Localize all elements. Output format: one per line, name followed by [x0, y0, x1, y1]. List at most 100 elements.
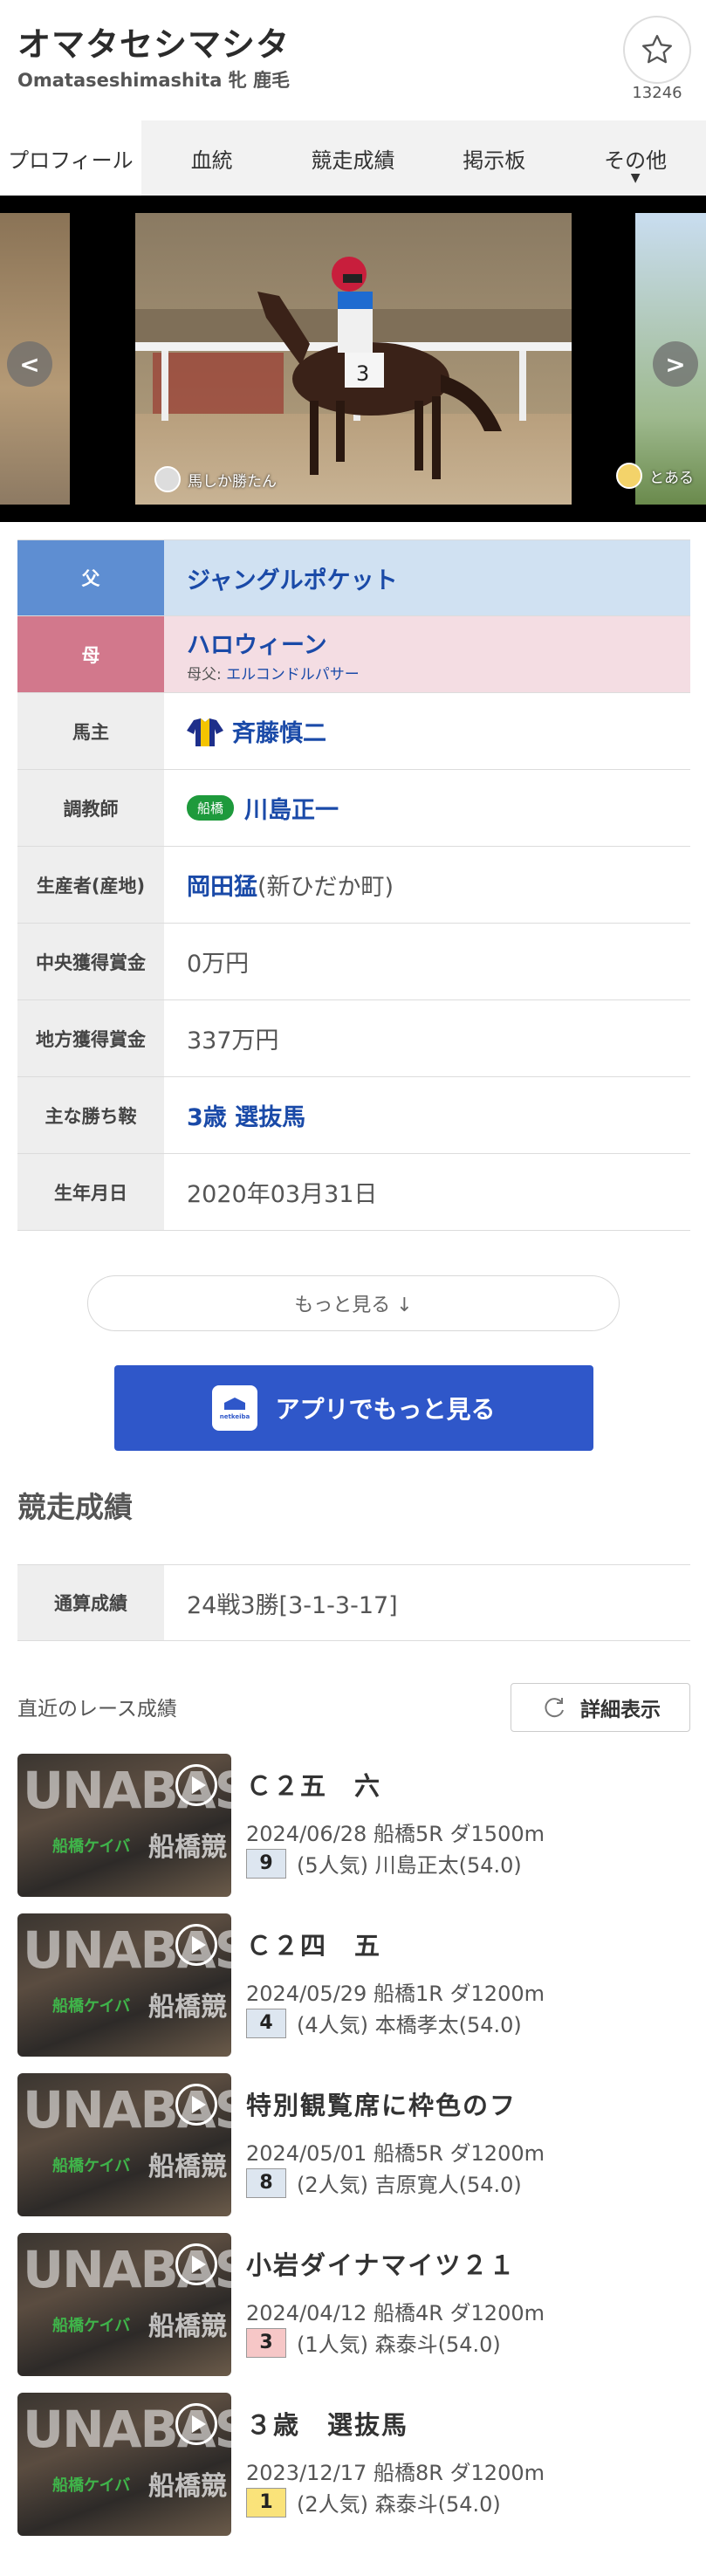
app-icon-text: netkeiba — [220, 1413, 250, 1420]
race-result-detail: (4人気) 本橋孝太(54.0) — [297, 2013, 522, 2037]
photo-carousel[interactable]: 3 馬しか勝たん — [0, 196, 706, 522]
main-wins-label: 主な勝ち鞍 — [17, 1077, 164, 1153]
race-result: 4 (4人気) 本橋孝太(54.0) — [246, 2008, 522, 2038]
central-prize-label: 中央獲得賞金 — [17, 924, 164, 999]
profile-row-local-prize: 地方獲得賞金 337万円 — [17, 1000, 690, 1077]
star-icon — [642, 35, 672, 64]
local-prize-value: 337万円 — [187, 1027, 279, 1054]
owner-link[interactable]: 斉藤慎二 — [232, 714, 326, 748]
finish-position-badge: 4 — [246, 2008, 286, 2038]
thumbnail-logo: 船橋ケイバ — [52, 2476, 131, 2495]
recent-races-label: 直近のレース成績 — [17, 1698, 177, 1721]
favorite-count: 13246 — [632, 84, 682, 102]
photo-credit-next-name: とある — [649, 469, 694, 487]
profile-row-trainer: 調教師 船橋 川島正一 — [17, 770, 690, 847]
photo-credit[interactable]: 馬しか勝たん — [154, 466, 277, 492]
horse-subtitle: Omataseshimashita 牝 鹿毛 — [17, 70, 291, 91]
profile-tabs: プロフィール 血統 競走成績 掲示板 その他 ▼ — [0, 120, 706, 196]
photo-credit-next[interactable]: とある — [616, 463, 694, 489]
profile-table: 父 ジャングルポケット 母 ハロウィーン 母父: エルコンドルパサー 馬主 斉藤… — [17, 539, 690, 1231]
race-result-detail: (1人気) 森泰斗(54.0) — [297, 2332, 501, 2357]
breeder-label: 生産者(産地) — [17, 847, 164, 923]
tab-bbs[interactable]: 掲示板 — [423, 120, 565, 196]
favorite-button[interactable] — [623, 16, 691, 84]
race-video-thumbnail[interactable]: UNABAS 船橋ケイバ 船橋競 — [17, 2073, 231, 2216]
birthdate-label: 生年月日 — [17, 1154, 164, 1230]
race-item[interactable]: UNABAS 船橋ケイバ 船橋競 Ｃ２五 六 2024/06/28 船橋5R ダ… — [17, 1754, 690, 1899]
trainer-link[interactable]: 川島正一 — [244, 791, 339, 825]
race-video-thumbnail[interactable]: UNABAS 船橋ケイバ 船橋競 — [17, 2233, 231, 2376]
race-result: 8 (2人気) 吉原寛人(54.0) — [246, 2167, 522, 2198]
open-app-button[interactable]: netkeiba アプリでもっと見る — [114, 1365, 593, 1451]
profile-row-central-prize: 中央獲得賞金 0万円 — [17, 924, 690, 1000]
thumbnail-logo: 船橋ケイバ — [52, 2157, 131, 2175]
finish-position-badge: 8 — [246, 2167, 286, 2198]
race-name[interactable]: ３歳 選抜馬 — [246, 2405, 408, 2442]
tab-profile[interactable]: プロフィール — [0, 120, 141, 196]
show-more-button[interactable]: もっと見る ↓ — [87, 1275, 620, 1331]
profile-row-owner: 馬主 斉藤慎二 — [17, 693, 690, 770]
race-result: 1 (2人気) 森泰斗(54.0) — [246, 2487, 501, 2518]
race-info: 2024/05/01 船橋5R ダ1200m — [246, 2141, 545, 2166]
mother-sire-link[interactable]: エルコンドルパサー — [226, 666, 360, 683]
race-info: 2024/04/12 船橋4R ダ1200m — [246, 2301, 545, 2325]
race-video-thumbnail[interactable]: UNABAS 船橋ケイバ 船橋競 — [17, 1754, 231, 1897]
race-result: 9 (5人気) 川島正太(54.0) — [246, 1848, 522, 1879]
tab-race-results[interactable]: 競走成績 — [283, 120, 424, 196]
race-info: 2024/05/29 船橋1R ダ1200m — [246, 1982, 545, 2006]
detail-view-button[interactable]: 詳細表示 — [511, 1683, 690, 1732]
profile-row-father: 父 ジャングルポケット — [17, 539, 690, 616]
open-app-label: アプリでもっと見る — [275, 1395, 496, 1424]
mother-link[interactable]: ハロウィーン — [187, 626, 690, 660]
trainer-region-badge: 船橋 — [187, 795, 235, 821]
thumbnail-logo: 船橋ケイバ — [52, 2317, 131, 2335]
father-link[interactable]: ジャングルポケット — [187, 561, 690, 595]
race-name[interactable]: Ｃ２五 六 — [246, 1766, 381, 1803]
central-prize-value: 0万円 — [187, 951, 250, 978]
mother-label: 母 — [17, 616, 164, 692]
finish-position-badge: 9 — [246, 1848, 286, 1879]
credit-avatar-next — [616, 463, 642, 489]
race-name[interactable]: 小岩ダイナマイツ２１ — [246, 2245, 516, 2282]
profile-row-birthdate: 生年月日 2020年03月31日 — [17, 1154, 690, 1231]
profile-row-breeder: 生産者(産地) 岡田猛(新ひだか町) — [17, 847, 690, 924]
owner-label: 馬主 — [17, 693, 164, 769]
breeder-link[interactable]: 岡田猛 — [187, 874, 257, 901]
race-item[interactable]: UNABAS 船橋ケイバ 船橋競 特別観覧席に枠色のフ 2024/05/01 船… — [17, 2073, 690, 2218]
profile-row-mother: 母 ハロウィーン 母父: エルコンドルパサー — [17, 616, 690, 693]
main-wins-link[interactable]: 3歳 選抜馬 — [187, 1098, 690, 1132]
thumbnail-logo: 船橋ケイバ — [52, 1838, 131, 1856]
mother-sire-line: 母父: エルコンドルパサー — [187, 662, 690, 683]
results-section-title: 競走成績 — [17, 1490, 133, 1524]
tab-pedigree[interactable]: 血統 — [141, 120, 283, 196]
race-name[interactable]: Ｃ２四 五 — [246, 1926, 381, 1962]
thumbnail-logo-large: 船橋競 — [148, 2471, 227, 2502]
play-icon[interactable] — [175, 2243, 217, 2285]
tab-other[interactable]: その他 ▼ — [565, 120, 706, 196]
carousel-next-button[interactable]: > — [653, 341, 698, 387]
thumbnail-logo-large: 船橋競 — [148, 1992, 227, 2023]
race-item[interactable]: UNABAS 船橋ケイバ 船橋競 ３歳 選抜馬 2023/12/17 船橋8R … — [17, 2393, 690, 2538]
birthdate-value: 2020年03月31日 — [187, 1181, 378, 1208]
carousel-prev-button[interactable]: < — [7, 341, 52, 387]
finish-position-badge: 3 — [246, 2327, 286, 2358]
race-result-detail: (2人気) 森泰斗(54.0) — [297, 2492, 501, 2517]
race-video-thumbnail[interactable]: UNABAS 船橋ケイバ 船橋競 — [17, 1913, 231, 2057]
profile-row-main-wins: 主な勝ち鞍 3歳 選抜馬 — [17, 1077, 690, 1154]
race-item[interactable]: UNABAS 船橋ケイバ 船橋競 Ｃ２四 五 2024/05/29 船橋1R ダ… — [17, 1913, 690, 2058]
play-icon[interactable] — [175, 1924, 217, 1966]
photo-credit-name: 馬しか勝たん — [188, 472, 277, 491]
race-video-thumbnail[interactable]: UNABAS 船橋ケイバ 船橋競 — [17, 2393, 231, 2536]
chevron-left-icon: < — [19, 349, 40, 379]
mother-sire-label: 母父: — [187, 665, 222, 683]
horse-photo: 3 — [135, 213, 572, 505]
thumbnail-logo-large: 船橋競 — [148, 2312, 227, 2342]
race-name[interactable]: 特別観覧席に枠色のフ — [246, 2085, 517, 2122]
photo-slide-main[interactable]: 3 馬しか勝たん — [135, 213, 572, 505]
race-item[interactable]: UNABAS 船橋ケイバ 船橋競 小岩ダイナマイツ２１ 2024/04/12 船… — [17, 2233, 690, 2378]
play-icon[interactable] — [175, 2084, 217, 2126]
play-icon[interactable] — [175, 1764, 217, 1806]
finish-position-badge: 1 — [246, 2487, 286, 2518]
play-icon[interactable] — [175, 2403, 217, 2445]
race-result: 3 (1人気) 森泰斗(54.0) — [246, 2327, 501, 2358]
